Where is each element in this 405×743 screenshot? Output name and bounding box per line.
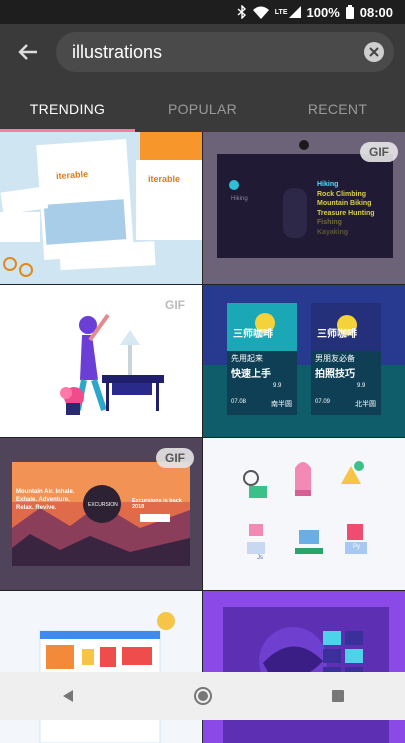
gif-badge: GIF: [360, 142, 398, 162]
tab-trending-label: TRENDING: [29, 101, 106, 117]
iterable-card-text: iterable: [148, 174, 181, 184]
menu-item: Hiking: [317, 181, 339, 188]
result-tile-purple-dashboard[interactable]: [203, 591, 405, 743]
result-tile-browser[interactable]: [0, 591, 202, 743]
wifi-icon: [252, 6, 269, 19]
icon-py-label: Py: [353, 544, 361, 550]
clock: 08:00: [359, 4, 393, 20]
menu-item: Rock Climbing: [317, 190, 367, 198]
menu-item: Fishing: [317, 219, 342, 226]
poster-right-title: 三师咖啡: [317, 329, 357, 340]
result-tile-iterable[interactable]: iterable iterable: [0, 132, 202, 284]
menu-item: Mountain Biking: [317, 200, 372, 207]
gif-badge: GIF: [165, 298, 185, 312]
purple-dashboard-illustration: [203, 591, 405, 743]
search-query-text: illustrations: [72, 41, 163, 62]
poster-right-sub: 男朋友必备: [315, 354, 355, 363]
search-input[interactable]: illustrations: [56, 32, 394, 72]
tab-popular-label: POPULAR: [167, 101, 237, 117]
clear-search-button[interactable]: [364, 42, 384, 62]
poster-right-place: 北半圆: [355, 401, 376, 408]
poster-left-title: 三师咖啡: [233, 329, 273, 340]
tab-popular[interactable]: POPULAR: [135, 86, 270, 132]
result-tile-woman-lamp[interactable]: GIF: [0, 285, 202, 437]
result-tile-icon-set[interactable]: Js Py: [203, 438, 405, 590]
app-header: illustrations TRENDING POPULAR RECENT: [0, 24, 405, 132]
battery-icon: [345, 5, 354, 19]
nav-home-button[interactable]: [183, 676, 223, 716]
poster-right-date: 07.09: [315, 399, 331, 405]
tab-recent[interactable]: RECENT: [270, 86, 405, 132]
poster-left-place: 南半圆: [271, 401, 292, 408]
hiking-logo: [299, 140, 309, 150]
browser-window-illustration: [0, 591, 202, 743]
poster-left-price: 9.9: [273, 383, 282, 389]
poster-right-tagline: 拍照技巧: [315, 369, 355, 380]
results-grid: iterable iterable Hiking Hiking Rock Cli…: [0, 132, 405, 743]
poster-right: 三师咖啡 男朋友必备 拍照技巧 9.9 07.09 北半圆: [311, 303, 381, 415]
mountain-seal-text: EXCURSION: [88, 502, 118, 508]
nav-back-button[interactable]: [48, 676, 88, 716]
menu-item: Kayaking: [317, 228, 349, 236]
result-tile-mountain-air[interactable]: Mountain Air. Inhale. Exhale. Adventure.…: [0, 438, 202, 590]
recents-nav-icon: [331, 690, 344, 702]
poster-left-sub: 先用起来: [231, 354, 263, 363]
icon-set-illustration: [203, 438, 405, 590]
poster-left-date: 07.08: [231, 399, 247, 405]
tab-bar: TRENDING POPULAR RECENT: [0, 86, 405, 132]
iterable-brand-artwork: [0, 132, 202, 284]
battery-percent: 100%: [306, 4, 340, 20]
icon-js-label: Js: [257, 555, 263, 561]
hiking-menu: Hiking Rock Climbing Mountain Biking Tre…: [317, 180, 375, 237]
mountain-headline: Mountain Air. Inhale. Exhale. Adventure.…: [16, 489, 75, 511]
menu-item: Treasure Hunting: [317, 209, 375, 217]
arrow-left-icon: [18, 44, 37, 60]
tab-trending[interactable]: TRENDING: [0, 86, 135, 132]
poster-left: 三师咖啡 先用起来 快速上手 9.9 07.08 南半圆: [227, 303, 297, 415]
mountain-event-text: Excursions is back 2018: [132, 498, 182, 510]
lte-signal-icon: LTE: [275, 6, 301, 18]
gif-badge: GIF: [156, 448, 194, 468]
poster-left-tagline: 快速上手: [231, 369, 271, 380]
hiking-figure: [283, 188, 307, 238]
result-tile-hiking[interactable]: Hiking Hiking Rock Climbing Mountain Bik…: [203, 132, 405, 284]
system-nav-bar: [0, 672, 405, 720]
tab-recent-label: RECENT: [307, 101, 368, 117]
nav-recents-button[interactable]: [318, 676, 358, 716]
back-button[interactable]: [14, 38, 42, 66]
hiking-screen-title: Hiking: [231, 196, 248, 202]
status-bar: LTE 100% 08:00: [0, 0, 405, 24]
poster-right-price: 9.9: [357, 383, 366, 389]
result-tile-coffee-posters[interactable]: 三师咖啡 先用起来 快速上手 9.9 07.08 南半圆 三师咖啡 男朋友必备 …: [203, 285, 405, 437]
home-nav-icon: [193, 687, 212, 705]
bluetooth-icon: [237, 5, 247, 19]
close-icon: [369, 47, 379, 57]
back-nav-icon: [62, 690, 73, 702]
hiking-bubble: [229, 180, 239, 190]
